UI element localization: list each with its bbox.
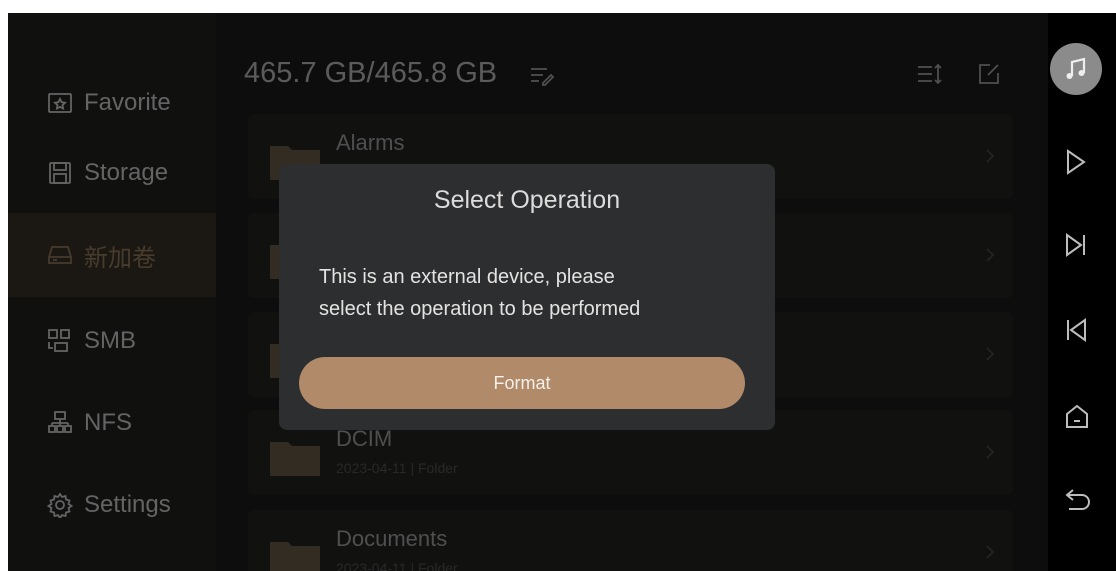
dialog-message: This is an external device, please selec… — [319, 261, 739, 325]
home-icon[interactable] — [1064, 403, 1090, 436]
dialog-message-line: This is an external device, please — [319, 266, 615, 288]
next-icon[interactable] — [1064, 231, 1088, 264]
previous-icon[interactable] — [1064, 316, 1088, 349]
dialog-message-line: select the operation to be performed — [319, 298, 641, 320]
play-icon[interactable] — [1064, 148, 1088, 181]
music-button[interactable] — [1050, 43, 1102, 95]
music-icon — [1066, 57, 1086, 79]
select-operation-dialog: Select Operation This is an external dev… — [279, 164, 775, 430]
screen: Favorite Storage 新加卷 SMB NFS Settings 46… — [8, 13, 1116, 571]
back-icon[interactable] — [1064, 486, 1092, 519]
dialog-title: Select Operation — [433, 186, 621, 214]
media-control-bar — [1048, 13, 1116, 571]
format-button[interactable]: Format — [299, 357, 745, 409]
